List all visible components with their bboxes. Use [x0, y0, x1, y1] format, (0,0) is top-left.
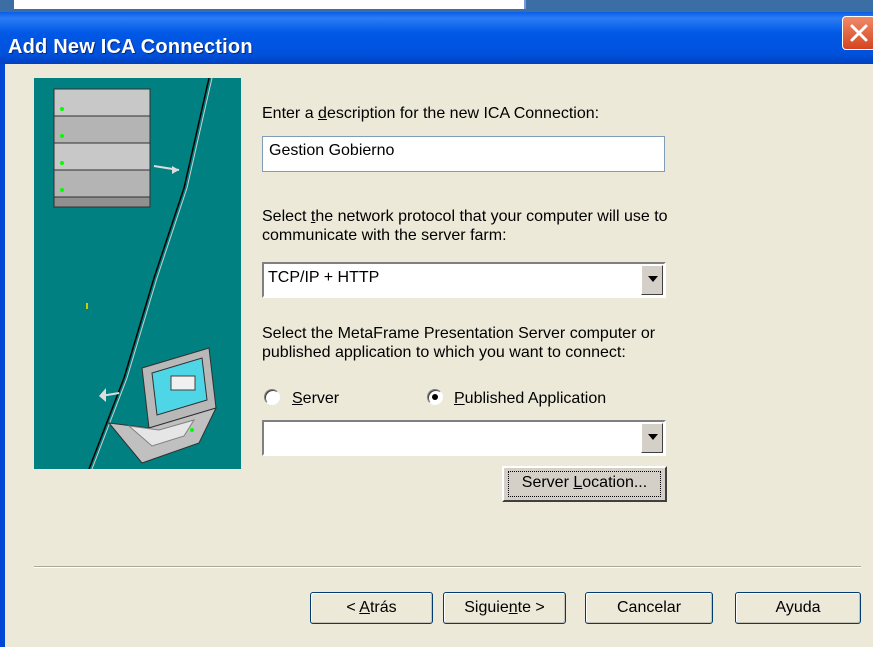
- description-prompt: Enter a description for the new ICA Conn…: [262, 105, 600, 122]
- protocol-prompt-line1: Select the network protocol that your co…: [262, 208, 668, 225]
- chevron-down-icon: [648, 434, 658, 440]
- next-button[interactable]: Siguiente >: [443, 592, 566, 624]
- protocol-dropdown-button[interactable]: [641, 265, 663, 295]
- description-field[interactable]: Gestion Gobierno: [262, 136, 665, 172]
- server-prompt-line2: published application to which you want …: [262, 344, 626, 361]
- server-prompt-line1: Select the MetaFrame Presentation Server…: [262, 325, 656, 342]
- title-bar[interactable]: Add New ICA Connection: [0, 12, 873, 64]
- protocol-prompt-line2: communicate with the server farm:: [262, 227, 507, 244]
- help-button[interactable]: Ayuda: [735, 592, 861, 624]
- background-window-strip: [0, 0, 873, 12]
- cancel-button[interactable]: Cancelar: [585, 592, 713, 624]
- protocol-dropdown[interactable]: TCP/IP + HTTP: [262, 262, 666, 298]
- close-button[interactable]: [842, 16, 873, 50]
- application-dropdown[interactable]: [262, 420, 666, 456]
- published-application-radio-label[interactable]: Published Application: [454, 389, 606, 408]
- laptop-icon: [107, 347, 217, 464]
- connection-illustration: [34, 78, 241, 469]
- window-title: Add New ICA Connection: [8, 36, 253, 58]
- chevron-down-icon: [648, 276, 658, 282]
- application-dropdown-button[interactable]: [641, 423, 663, 453]
- back-button[interactable]: < Atrás: [310, 592, 433, 624]
- window-frame: [0, 64, 5, 647]
- server-location-button[interactable]: Server Location...: [502, 466, 667, 502]
- server-stack-icon: [53, 88, 151, 208]
- close-icon: [850, 24, 868, 42]
- protocol-selected-value: TCP/IP + HTTP: [268, 269, 380, 286]
- server-radio-label[interactable]: Server: [292, 389, 339, 408]
- button-separator: [34, 566, 861, 568]
- server-radio[interactable]: [264, 389, 280, 405]
- published-application-radio[interactable]: [427, 389, 443, 405]
